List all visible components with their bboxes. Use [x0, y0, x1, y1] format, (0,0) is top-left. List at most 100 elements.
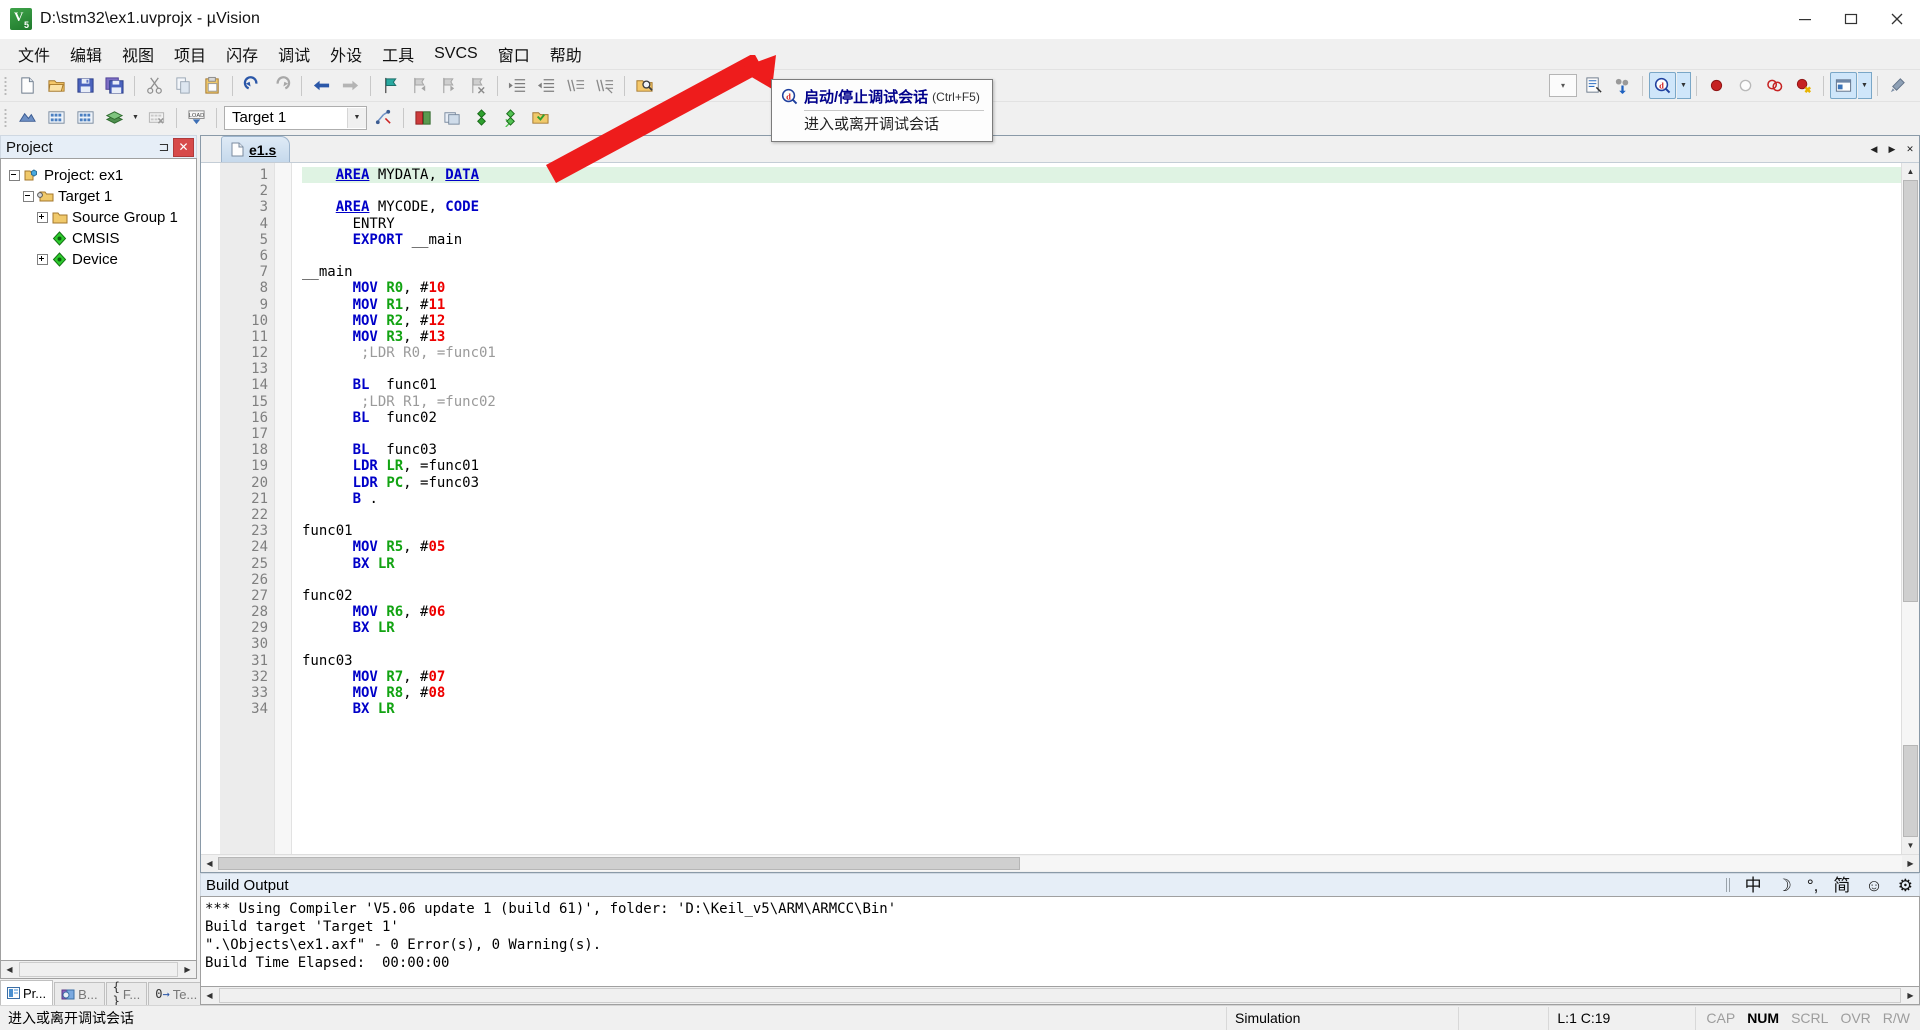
- code-line[interactable]: MOV R5, #05: [302, 539, 1901, 555]
- download-to-flash-icon[interactable]: LOAD: [183, 104, 210, 131]
- pack-installer-icon[interactable]: [497, 104, 524, 131]
- fold-gutter[interactable]: [274, 163, 292, 854]
- insert-snippet-icon[interactable]: [1580, 72, 1607, 99]
- code-line[interactable]: BX LR: [302, 701, 1901, 717]
- code-line[interactable]: LDR PC, =func03: [302, 475, 1901, 491]
- open-file-icon[interactable]: [43, 72, 70, 99]
- editor-hscrollbar[interactable]: ◀ ▶: [201, 854, 1919, 872]
- batch-build-dropdown[interactable]: ▼: [129, 105, 142, 130]
- menu-svcs[interactable]: SVCS: [424, 42, 488, 66]
- configure-target-options-icon[interactable]: [1884, 72, 1911, 99]
- tree-item-target[interactable]: Target 1: [7, 186, 196, 207]
- new-file-icon[interactable]: [14, 72, 41, 99]
- editor-tab-e1s[interactable]: e1.s: [221, 136, 291, 162]
- tree-item-source-group[interactable]: Source Group 1: [7, 207, 196, 228]
- menu-peripherals[interactable]: 外设: [320, 39, 372, 69]
- search-combo[interactable]: ▾: [1549, 74, 1577, 97]
- minimize-button[interactable]: [1782, 1, 1828, 38]
- build-output-text[interactable]: *** Using Compiler 'V5.06 update 1 (buil…: [200, 896, 1920, 987]
- menu-edit[interactable]: 编辑: [60, 39, 112, 69]
- menu-tools[interactable]: 工具: [372, 39, 424, 69]
- target-select-dropdown[interactable]: ▼: [347, 107, 366, 128]
- ime-chinese-mode-button[interactable]: 中: [1745, 877, 1762, 894]
- scroll-right-arrow[interactable]: ▶: [1902, 988, 1919, 1003]
- menu-file[interactable]: 文件: [8, 39, 60, 69]
- code-line[interactable]: MOV R7, #07: [302, 669, 1901, 685]
- code-line[interactable]: MOV R8, #08: [302, 685, 1901, 701]
- breakpoint-gutter[interactable]: [201, 163, 220, 854]
- scroll-right-arrow[interactable]: ▶: [179, 962, 196, 977]
- ime-punctuation-button[interactable]: °,: [1807, 877, 1819, 894]
- menu-project[interactable]: 项目: [164, 39, 216, 69]
- toolbar-grip[interactable]: [2, 74, 10, 97]
- expander-plus-icon[interactable]: [35, 254, 50, 265]
- code-line[interactable]: [302, 183, 1901, 199]
- configure-icon[interactable]: [1609, 72, 1636, 99]
- translate-file-icon[interactable]: [14, 104, 41, 131]
- code-line[interactable]: MOV R1, #11: [302, 297, 1901, 313]
- manage-project-items-icon[interactable]: [410, 104, 437, 131]
- copy-icon[interactable]: [170, 72, 197, 99]
- vscroll-thumb[interactable]: [1903, 180, 1918, 602]
- bookmark-next-icon[interactable]: [435, 72, 462, 99]
- scroll-thumb[interactable]: [219, 988, 1901, 1003]
- navigate-back-icon[interactable]: [308, 72, 335, 99]
- vscroll-thumb-lower[interactable]: [1903, 745, 1918, 837]
- bookmark-clear-icon[interactable]: [464, 72, 491, 99]
- tab-project[interactable]: Pr...: [0, 980, 54, 1005]
- editor-vscrollbar[interactable]: ▲ ▼: [1901, 163, 1919, 854]
- build-output-hscrollbar[interactable]: ◀ ▶: [200, 987, 1920, 1005]
- ime-simplified-button[interactable]: 简: [1833, 877, 1850, 894]
- stop-build-icon[interactable]: [143, 104, 170, 131]
- code-line[interactable]: BX LR: [302, 556, 1901, 572]
- bookmark-toggle-icon[interactable]: [377, 72, 404, 99]
- ime-emoji-button[interactable]: ☺: [1865, 877, 1882, 894]
- code-line[interactable]: ;LDR R1, =func02: [302, 394, 1901, 410]
- code-line[interactable]: LDR LR, =func01: [302, 458, 1901, 474]
- expander-minus-icon[interactable]: [7, 170, 22, 181]
- code-line[interactable]: MOV R2, #12: [302, 313, 1901, 329]
- code-line[interactable]: BL func03: [302, 442, 1901, 458]
- bookmark-prev-icon[interactable]: [406, 72, 433, 99]
- close-button[interactable]: [1874, 1, 1920, 38]
- expander-minus-icon[interactable]: [21, 191, 36, 202]
- debug-options-dropdown[interactable]: ▼: [1677, 72, 1691, 99]
- tab-scroll-left[interactable]: ◀: [1865, 137, 1883, 162]
- tree-item-cmsis[interactable]: CMSIS: [7, 228, 196, 249]
- code-line[interactable]: BL func02: [302, 410, 1901, 426]
- code-line[interactable]: [302, 426, 1901, 442]
- navigate-forward-icon[interactable]: [337, 72, 364, 99]
- uncomment-icon[interactable]: [591, 72, 618, 99]
- enable-disable-breakpoint-icon[interactable]: [1732, 72, 1759, 99]
- undo-icon[interactable]: [239, 72, 266, 99]
- insert-remove-breakpoint-icon[interactable]: [1703, 72, 1730, 99]
- save-icon[interactable]: [72, 72, 99, 99]
- code-line[interactable]: [302, 572, 1901, 588]
- ime-drag-handle[interactable]: [1725, 878, 1730, 892]
- build-toolbar-grip[interactable]: [2, 106, 10, 129]
- code-line[interactable]: ;LDR R0, =func01: [302, 345, 1901, 361]
- save-all-icon[interactable]: [101, 72, 128, 99]
- scroll-down-arrow[interactable]: ▼: [1902, 837, 1919, 854]
- ime-settings-button[interactable]: ⚙: [1898, 877, 1913, 894]
- menu-debug[interactable]: 调试: [268, 39, 320, 69]
- menu-window[interactable]: 窗口: [488, 39, 540, 69]
- paste-icon[interactable]: [199, 72, 226, 99]
- scroll-left-arrow[interactable]: ◀: [201, 988, 218, 1003]
- scroll-left-arrow[interactable]: ◀: [201, 856, 218, 871]
- code-line[interactable]: [302, 361, 1901, 377]
- code-line[interactable]: MOV R0, #10: [302, 280, 1901, 296]
- build-target-icon[interactable]: [43, 104, 70, 131]
- code-line[interactable]: [302, 636, 1901, 652]
- code-line[interactable]: __main: [302, 264, 1901, 280]
- comment-icon[interactable]: [562, 72, 589, 99]
- target-options-icon[interactable]: [370, 104, 397, 131]
- scroll-up-arrow[interactable]: ▲: [1902, 163, 1919, 180]
- rebuild-all-icon[interactable]: [72, 104, 99, 131]
- code-line[interactable]: AREA MYDATA, DATA: [302, 167, 1901, 184]
- kill-all-breakpoints-icon[interactable]: [1790, 72, 1817, 99]
- window-layout-dropdown[interactable]: ▼: [1858, 72, 1872, 99]
- tab-close-button[interactable]: ✕: [1901, 137, 1919, 162]
- manage-run-time-env-icon[interactable]: [439, 104, 466, 131]
- scroll-left-arrow[interactable]: ◀: [1, 962, 18, 977]
